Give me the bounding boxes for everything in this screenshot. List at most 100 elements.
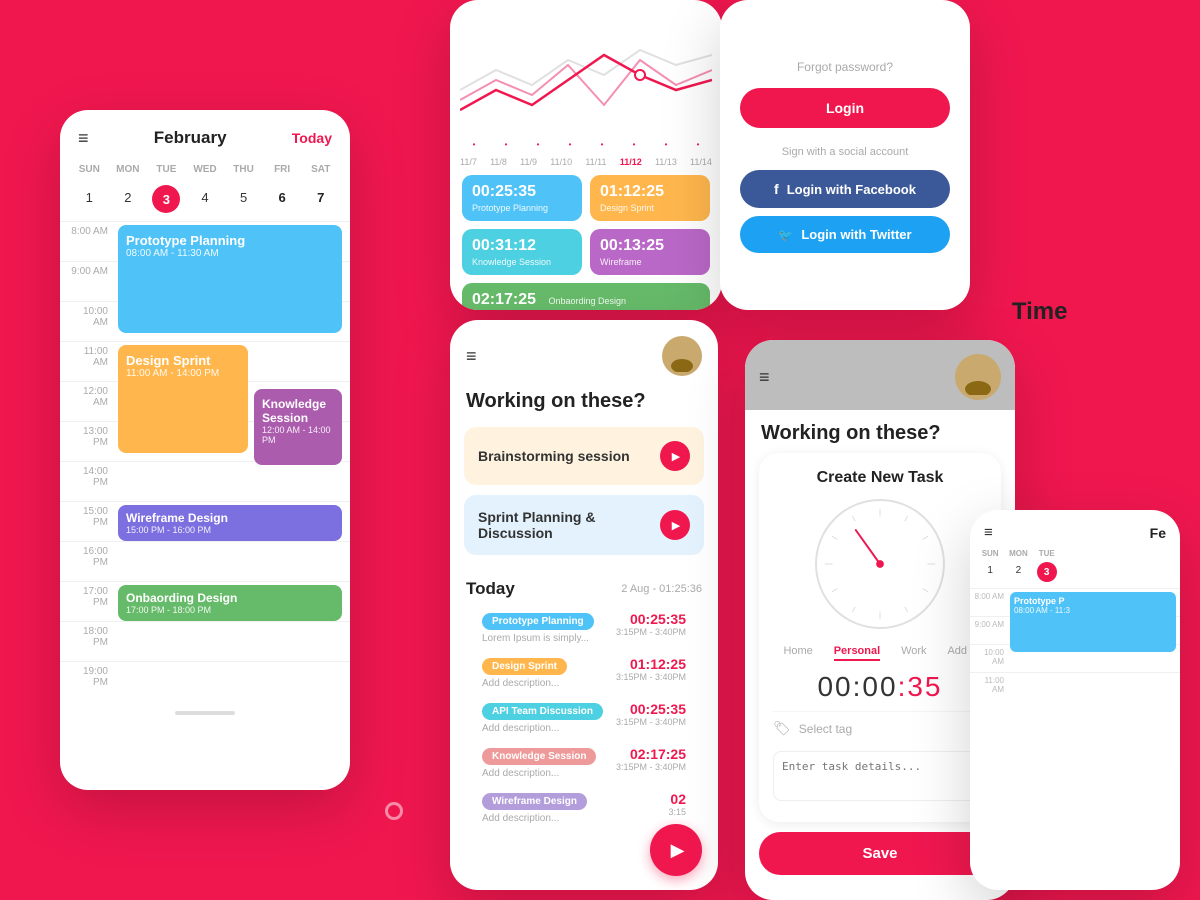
login-form: Forgot password? Login Sign with a socia… bbox=[720, 0, 970, 281]
create-task-form: Create New Task bbox=[759, 453, 1001, 822]
working-header: ≡ bbox=[450, 320, 718, 384]
today-date: 2 Aug - 01:25:36 bbox=[621, 583, 702, 595]
event-wireframe-design[interactable]: Wireframe Design 15:00 PM - 16:00 PM bbox=[118, 505, 342, 541]
time-blocks: 00:25:35 Prototype Planning 01:12:25 Des… bbox=[450, 167, 722, 283]
calendar-timeline: 8:00 AM 9:00 AM 10:00 AM 11:00 AM 12:00 … bbox=[60, 221, 350, 701]
home-indicator bbox=[60, 701, 350, 725]
deco-circle bbox=[385, 802, 403, 820]
hamburger-icon[interactable]: ≡ bbox=[78, 129, 89, 147]
today-time: 00:25:35 bbox=[616, 611, 686, 627]
event-title: Onbaording Design bbox=[126, 591, 334, 605]
calendar-card: ≡ February Today SUN MON TUE WED THU FRI… bbox=[60, 110, 350, 790]
chart-svg bbox=[460, 10, 712, 140]
event-title: Prototype Planning bbox=[126, 233, 334, 248]
task-play-button[interactable] bbox=[660, 441, 690, 471]
chart-tick-marks: • • • • • • • • bbox=[450, 140, 722, 153]
chart-date-labels: 11/7 11/8 11/9 11/10 11/11 11/12 11/13 1… bbox=[450, 157, 722, 167]
working-title: Working on these? bbox=[450, 384, 718, 427]
task-label: Brainstorming session bbox=[478, 448, 630, 464]
play-fab-button[interactable] bbox=[650, 824, 702, 876]
working-card: ≡ Working on these? Brainstorming sessio… bbox=[450, 320, 718, 890]
twitter-icon: 🐦 bbox=[778, 228, 793, 242]
timer-display: 00:00:35 bbox=[773, 671, 987, 703]
today-header: Today 2 Aug - 01:25:36 bbox=[466, 579, 702, 599]
social-divider-label: Sign with a social account bbox=[740, 146, 950, 158]
today-desc: Lorem Ipsum is simply... bbox=[482, 633, 594, 644]
calendar-days-header: SUN MON TUE WED THU FRI SAT bbox=[60, 156, 350, 183]
stopwatch-icon bbox=[1030, 180, 1140, 290]
today-button[interactable]: Today bbox=[292, 130, 332, 146]
today-tag: Prototype Planning bbox=[482, 613, 594, 630]
cal-date-3[interactable]: 3 bbox=[152, 185, 180, 213]
tag-field[interactable]: 🏷 Select tag bbox=[773, 711, 987, 745]
task-details-input[interactable] bbox=[773, 751, 987, 801]
task-label: Sprint Planning & Discussion bbox=[478, 509, 660, 541]
tab-home[interactable]: Home bbox=[783, 645, 812, 661]
event-title: Design Sprint bbox=[126, 353, 240, 368]
facebook-icon: f bbox=[774, 181, 779, 197]
time-tracking-label: Time Trackin bbox=[1012, 298, 1158, 326]
cal-date-4[interactable]: 4 bbox=[186, 185, 225, 213]
event-prototype-planning[interactable]: Prototype Planning 08:00 AM - 11:30 AM bbox=[118, 225, 342, 333]
time-block-design-sprint: 01:12:25 Design Sprint bbox=[590, 175, 710, 221]
cal-date-2[interactable]: 2 bbox=[109, 185, 148, 213]
cal-date-6[interactable]: 6 bbox=[263, 185, 302, 213]
select-tag-label: Select tag bbox=[799, 722, 852, 736]
login-button[interactable]: Login bbox=[740, 88, 950, 128]
today-section: Today 2 Aug - 01:25:36 bbox=[450, 565, 718, 599]
event-title: Wireframe Design bbox=[126, 511, 334, 525]
tab-personal[interactable]: Personal bbox=[834, 645, 880, 661]
task-category-tabs: Home Personal Work Add + bbox=[773, 639, 987, 667]
today-item-design-sprint: Design Sprint Add description... 01:12:2… bbox=[466, 656, 702, 701]
tag-icon: 🏷 bbox=[773, 720, 791, 737]
cal-small-timeline: 8:00 AM 9:00 AM 10:00 AM 11:00 AM Protot… bbox=[970, 588, 1180, 868]
task-play-button[interactable] bbox=[660, 510, 690, 540]
event-time: 17:00 PM - 18:00 PM bbox=[126, 605, 334, 615]
task-item-brainstorming[interactable]: Brainstorming session bbox=[464, 427, 704, 485]
cal-small-days-header: SUN MON TUE bbox=[970, 547, 1180, 560]
cal-small-month: Fe bbox=[1150, 525, 1166, 541]
calendar-dates: 1 2 3 4 5 6 7 bbox=[60, 183, 350, 221]
today-tag: Design Sprint bbox=[482, 658, 567, 675]
working-title: Working on these? bbox=[745, 410, 1015, 453]
tab-work[interactable]: Work bbox=[901, 645, 926, 661]
event-design-sprint[interactable]: Design Sprint 11:00 AM - 14:00 PM bbox=[118, 345, 248, 453]
today-item-prototype: Prototype Planning Lorem Ipsum is simply… bbox=[466, 611, 702, 656]
calendar-month-title: February bbox=[154, 128, 227, 148]
time-block-knowledge: 00:31:12 Knowledge Session bbox=[462, 229, 582, 275]
cal-small-header: ≡ Fe bbox=[970, 510, 1180, 547]
time-chart bbox=[450, 0, 722, 140]
today-label: Today bbox=[466, 579, 515, 599]
time-tracking-promo: Time Trackin bbox=[990, 160, 1180, 520]
today-tag: Wireframe Design bbox=[482, 793, 587, 810]
login-facebook-button[interactable]: f Login with Facebook bbox=[740, 170, 950, 208]
event-time: 12:00 AM - 14:00 PM bbox=[262, 425, 334, 445]
today-tag: API Team Discussion bbox=[482, 703, 603, 720]
hamburger-icon[interactable]: ≡ bbox=[466, 346, 477, 367]
time-block-prototype: 00:25:35 Prototype Planning bbox=[462, 175, 582, 221]
today-item-api: API Team Discussion Add description... 0… bbox=[466, 701, 702, 746]
today-tag: Knowledge Session bbox=[482, 748, 596, 765]
hamburger-icon[interactable]: ≡ bbox=[759, 367, 770, 388]
today-item-knowledge: Knowledge Session Add description... 02:… bbox=[466, 746, 702, 791]
time-block-wireframe: 00:13:25 Wireframe bbox=[590, 229, 710, 275]
clock-face bbox=[815, 499, 945, 629]
event-knowledge-session[interactable]: Knowledge Session 12:00 AM - 14:00 PM bbox=[254, 389, 342, 465]
hamburger-icon[interactable]: ≡ bbox=[984, 524, 993, 541]
cal-date-7[interactable]: 7 bbox=[301, 185, 340, 213]
today-items-list: Prototype Planning Lorem Ipsum is simply… bbox=[450, 611, 718, 836]
cal-date-1[interactable]: 1 bbox=[70, 185, 109, 213]
create-task-header: ≡ bbox=[745, 340, 1015, 410]
cs-event-prototype: Prototype P 08:00 AM - 11:3 bbox=[1010, 592, 1176, 652]
login-twitter-button[interactable]: 🐦 Login with Twitter bbox=[740, 216, 950, 253]
cal-date-5[interactable]: 5 bbox=[224, 185, 263, 213]
save-button[interactable]: Save bbox=[759, 832, 1001, 875]
calendar-header: ≡ February Today bbox=[60, 110, 350, 156]
user-avatar bbox=[662, 336, 702, 376]
task-item-sprint[interactable]: Sprint Planning & Discussion bbox=[464, 495, 704, 555]
calendar-small-card: ≡ Fe SUN MON TUE 1 2 3 8:00 AM 9:00 AM 1… bbox=[970, 510, 1180, 890]
event-onboarding-design[interactable]: Onbaording Design 17:00 PM - 18:00 PM bbox=[118, 585, 342, 621]
forgot-password-link[interactable]: Forgot password? bbox=[740, 60, 950, 74]
event-time: 15:00 PM - 16:00 PM bbox=[126, 525, 334, 535]
event-time: 08:00 AM - 11:30 AM bbox=[126, 248, 334, 259]
